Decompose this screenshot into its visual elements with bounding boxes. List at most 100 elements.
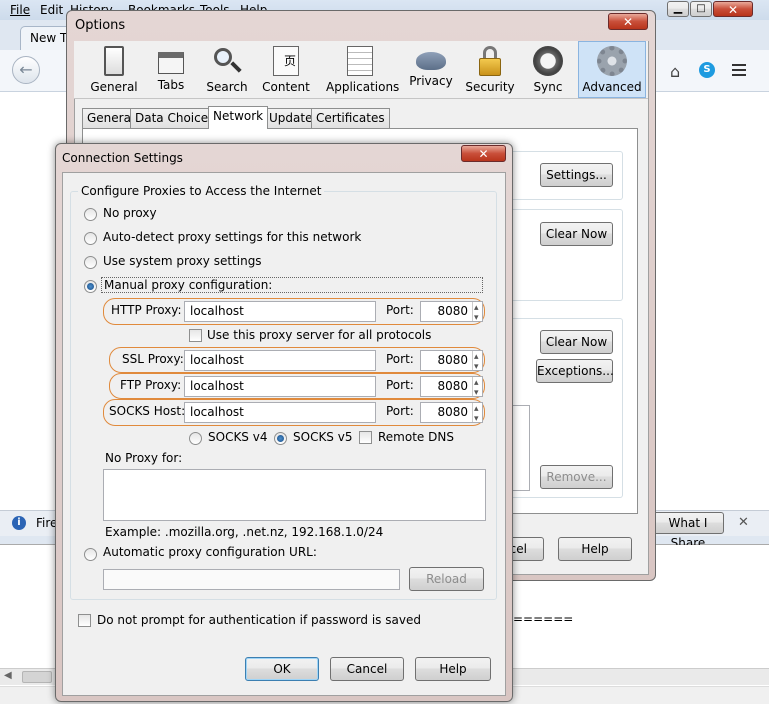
toolbar-tabs-label: Tabs xyxy=(157,78,185,92)
options-close-button[interactable]: ✕ xyxy=(608,13,648,30)
socks-port-input[interactable]: 8080 xyxy=(420,400,483,429)
notification-close-icon[interactable]: ✕ xyxy=(738,515,749,530)
advanced-gear-icon xyxy=(597,46,627,76)
connection-close-button[interactable]: ✕ xyxy=(461,145,506,162)
example-text: Example: .mozilla.org, .net.nz, 192.168.… xyxy=(105,525,384,539)
cancel-button[interactable]: Cancel xyxy=(330,657,404,681)
ssl-proxy-input[interactable]: localhost xyxy=(184,350,376,371)
radio-auto-config-url[interactable] xyxy=(84,548,97,561)
no-prompt-checkbox[interactable] xyxy=(78,614,91,627)
all-protocols-label[interactable]: Use this proxy server for all protocols xyxy=(207,328,431,342)
sync-icon xyxy=(533,46,563,76)
ssl-port-spinner-icon[interactable] xyxy=(472,348,482,377)
settings-button[interactable]: Settings... xyxy=(540,163,613,187)
tabs-icon xyxy=(158,52,184,74)
toolbar-applications[interactable]: Applications xyxy=(326,44,399,94)
remove-button[interactable]: Remove... xyxy=(540,465,613,489)
toolbar-content-label: Content xyxy=(262,80,310,94)
toolbar-privacy[interactable]: Privacy xyxy=(401,44,461,88)
label-system-proxy[interactable]: Use system proxy settings xyxy=(103,254,262,268)
back-button[interactable]: ← xyxy=(12,56,40,84)
socks-port-label: Port: xyxy=(386,404,414,418)
ftp-proxy-input[interactable]: localhost xyxy=(184,376,376,397)
no-prompt-label[interactable]: Do not prompt for authentication if pass… xyxy=(97,613,421,627)
page-equals-text: ====== xyxy=(513,612,574,626)
options-title: Options xyxy=(75,18,126,33)
toolbar-tabs[interactable]: Tabs xyxy=(141,44,201,92)
label-auto-detect[interactable]: Auto-detect proxy settings for this netw… xyxy=(103,230,361,244)
ssl-port-value: 8080 xyxy=(437,353,468,367)
ftp-proxy-label: FTP Proxy: xyxy=(120,378,182,392)
ok-button[interactable]: OK xyxy=(245,657,319,681)
ssl-port-input[interactable]: 8080 xyxy=(420,348,483,377)
socks-host-input[interactable]: localhost xyxy=(184,402,376,423)
toolbar-applications-label: Applications xyxy=(326,80,400,94)
maximize-button[interactable]: □ xyxy=(690,1,712,17)
toolbar-search[interactable]: Search xyxy=(197,44,257,94)
menu-file[interactable]: File xyxy=(10,3,30,17)
clear-now-button-cache[interactable]: Clear Now xyxy=(540,222,613,246)
skype-icon[interactable]: S xyxy=(699,62,715,78)
toolbar-advanced[interactable]: Advanced xyxy=(582,44,642,94)
security-lock-icon xyxy=(475,46,505,76)
socks-v5-label[interactable]: SOCKS v5 xyxy=(293,430,352,444)
menu-icon[interactable] xyxy=(732,64,746,76)
radio-system-proxy[interactable] xyxy=(84,256,97,269)
all-protocols-checkbox[interactable] xyxy=(189,329,202,342)
radio-auto-detect[interactable] xyxy=(84,232,97,245)
content-icon: 页 xyxy=(273,46,299,76)
what-i-share-button[interactable]: What I Share xyxy=(652,512,724,550)
toolbar-sync-label: Sync xyxy=(533,80,563,94)
radio-socks-v4[interactable] xyxy=(189,432,202,445)
auto-config-url-input[interactable] xyxy=(103,569,400,590)
browser-close-button[interactable]: ✕ xyxy=(713,1,753,17)
ftp-port-input[interactable]: 8080 xyxy=(420,374,483,403)
label-no-proxy[interactable]: No proxy xyxy=(103,206,157,220)
toolbar-general[interactable]: General xyxy=(84,44,144,94)
radio-manual-proxy[interactable] xyxy=(84,280,97,293)
reload-button[interactable]: Reload xyxy=(409,567,484,591)
socks-v4-label[interactable]: SOCKS v4 xyxy=(208,430,267,444)
tab-network[interactable]: Network xyxy=(208,106,269,129)
socks-host-label: SOCKS Host: xyxy=(109,404,186,418)
toolbar-advanced-label: Advanced xyxy=(582,80,642,94)
toolbar-security[interactable]: Security xyxy=(460,44,520,94)
toolbar-security-label: Security xyxy=(465,80,515,94)
home-icon[interactable]: ⌂ xyxy=(670,62,680,81)
exceptions-button[interactable]: Exceptions... xyxy=(536,359,614,383)
search-icon xyxy=(212,46,242,76)
menu-edit[interactable]: Edit xyxy=(40,3,63,17)
ftp-port-spinner-icon[interactable] xyxy=(472,374,482,403)
privacy-mask-icon xyxy=(416,52,446,70)
label-manual-proxy[interactable]: Manual proxy configuration: xyxy=(101,277,483,293)
scroll-left-icon[interactable]: ◀ xyxy=(4,670,12,681)
proxy-group-title: Configure Proxies to Access the Internet xyxy=(78,184,325,198)
remote-dns-label[interactable]: Remote DNS xyxy=(378,430,454,444)
toolbar-privacy-label: Privacy xyxy=(409,74,453,88)
tab-data-choices[interactable]: Data Choices xyxy=(130,108,220,128)
minimize-button[interactable]: ▁ xyxy=(667,1,689,17)
no-proxy-textarea[interactable] xyxy=(103,469,486,521)
help-button[interactable]: Help xyxy=(415,657,491,681)
general-icon xyxy=(104,46,124,76)
http-port-spinner-icon[interactable] xyxy=(472,299,482,328)
options-help-button[interactable]: Help xyxy=(558,537,632,561)
no-proxy-label: No Proxy for: xyxy=(105,451,183,465)
http-port-label: Port: xyxy=(386,303,414,317)
tab-update[interactable]: Update xyxy=(264,108,318,128)
remote-dns-checkbox[interactable] xyxy=(359,431,372,444)
tab-certificates[interactable]: Certificates xyxy=(311,108,390,128)
socks-port-spinner-icon[interactable] xyxy=(472,400,482,429)
socks-port-value: 8080 xyxy=(437,405,468,419)
toolbar-sync[interactable]: Sync xyxy=(518,44,578,94)
toolbar-content[interactable]: 页 Content xyxy=(256,44,316,94)
info-icon: i xyxy=(12,516,26,530)
http-proxy-label: HTTP Proxy: xyxy=(111,303,182,317)
auto-config-label[interactable]: Automatic proxy configuration URL: xyxy=(103,545,317,559)
http-proxy-input[interactable]: localhost xyxy=(184,301,376,322)
http-port-input[interactable]: 8080 xyxy=(420,299,483,328)
radio-socks-v5[interactable] xyxy=(274,432,287,445)
radio-no-proxy[interactable] xyxy=(84,208,97,221)
clear-now-button-offline[interactable]: Clear Now xyxy=(540,330,613,354)
http-port-value: 8080 xyxy=(437,304,468,318)
